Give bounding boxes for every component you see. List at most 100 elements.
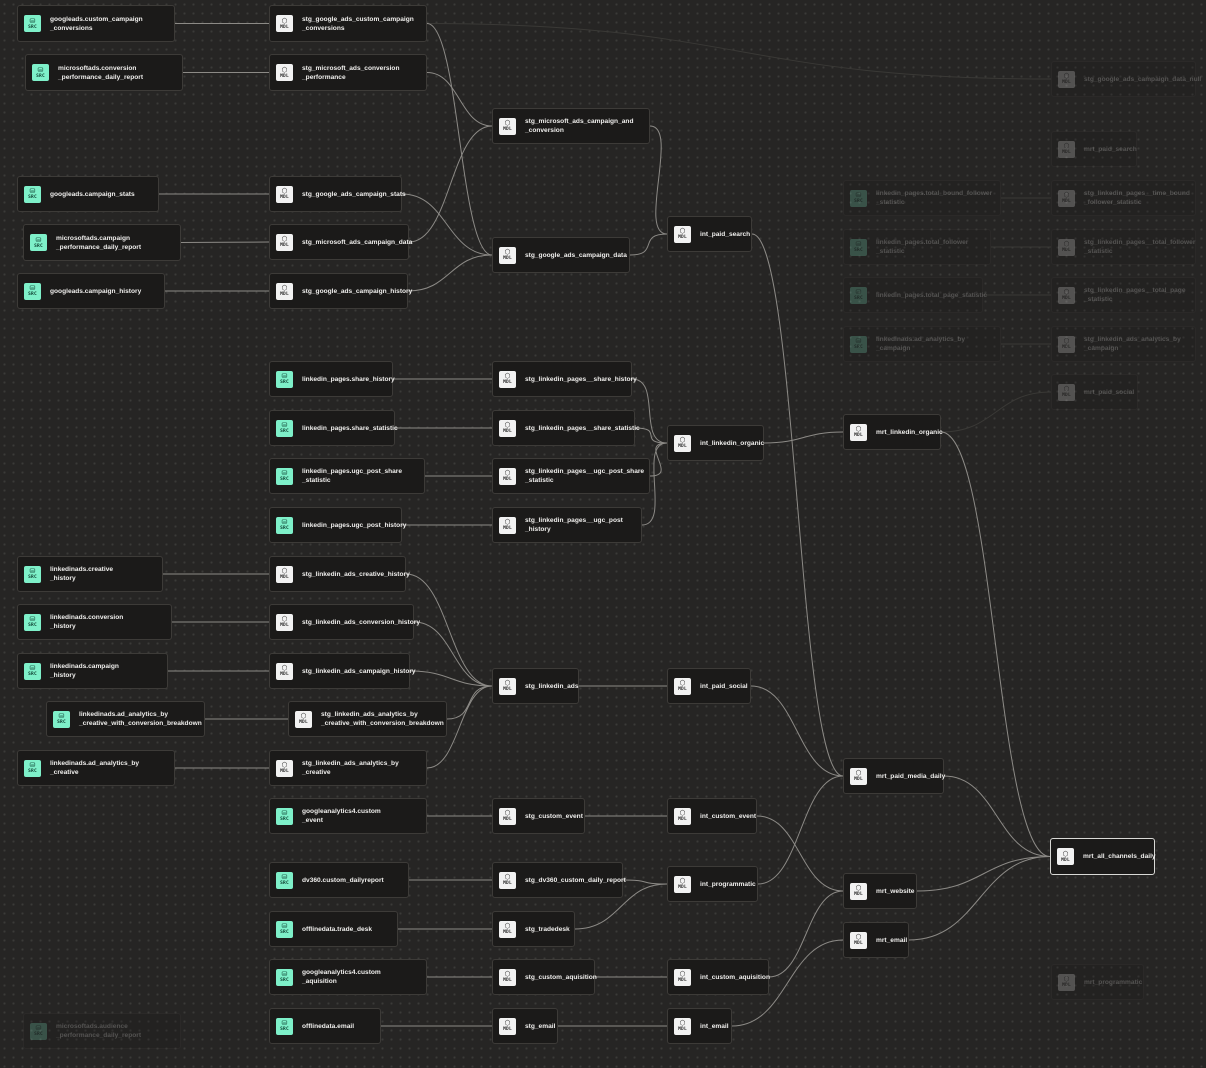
lineage-edge [940, 391, 1052, 433]
src-node-linkedin-pages-total-page-statistic[interactable]: ⛁ SRC linkedin_pages.total_page_statistic [843, 277, 987, 313]
model-cube-icon: ⬡ MDL [1058, 973, 1075, 991]
src-node-googleads-custom-campaign-conversions[interactable]: ⛁ SRC googleads.custom_campaign _conversi… [17, 5, 175, 42]
mdl-node-stg-linkedin-pages-total-page-statistic[interactable]: ⬡ MDL stg_linkedin_pages__total_page _sta… [1051, 277, 1196, 313]
mdl-node-stg-linkedin-pages-total-follower-statistic[interactable]: ⬡ MDL stg_linkedin_pages__total_follower … [1051, 229, 1196, 265]
mdl-node-stg-google-ads-campaign-data-null[interactable]: ⬡ MDL stg_google_ads_campaign_data_null [1051, 61, 1201, 97]
source-table-icon: ⛁ SRC [53, 710, 70, 728]
mdl-node-mrt-all-channels-daily[interactable]: ⬡ MDL mrt_all_channels_daily [1050, 838, 1156, 875]
src-node-googleanalytics4-custom-event[interactable]: ⛁ SRC googleanalytics4.custom _event [269, 798, 427, 834]
mdl-node-stg-linkedin-ads-analytics-by-creative[interactable]: ⬡ MDL stg_linkedin_ads_analytics_by _crea… [269, 750, 427, 786]
model-cube-icon: ⬡ MDL [674, 1017, 691, 1035]
mdl-node-mrt-paid-media-daily[interactable]: ⬡ MDL mrt_paid_media_daily [843, 758, 945, 794]
src-node-linkedinads-conversion-history[interactable]: ⛁ SRC linkedinads.conversion _history [17, 604, 172, 640]
lineage-edge [943, 775, 1051, 857]
src-node-linkedin-pages-share-history[interactable]: ⛁ SRC linkedin_pages.share_history [269, 361, 395, 397]
model-cube-icon: ⬡ MDL [276, 565, 293, 583]
mdl-node-mrt-paid-search[interactable]: ⬡ MDL mrt_paid_search [1051, 131, 1137, 167]
mdl-node-int-paid-social[interactable]: ⬡ MDL int_paid_social [667, 668, 751, 704]
mdl-node-stg-linkedin-pages-share-history[interactable]: ⬡ MDL stg_linkedin_pages__share_history [492, 361, 637, 397]
src-node-offlinedata-trade-desk[interactable]: ⛁ SRC offlinedata.trade_desk [269, 911, 398, 947]
mdl-node-stg-linkedin-pages-ugc-post-share-statistic[interactable]: ⬡ MDL stg_linkedin_pages__ugc_post_share … [492, 458, 650, 494]
lineage-edge [649, 125, 668, 235]
lineage-edge [908, 856, 1051, 941]
mdl-node-stg-linkedin-ads[interactable]: ⬡ MDL stg_linkedin_ads [492, 668, 579, 704]
src-node-linkedin-pages-ugc-post-share-statistic[interactable]: ⛁ SRC linkedin_pages.ugc_post_share _stat… [269, 458, 425, 494]
source-table-icon: ⛁ SRC [24, 282, 41, 300]
lineage-edge [446, 685, 493, 720]
node-label: stg_google_ads_campaign_stats [302, 190, 406, 198]
src-node-linkedin-pages-ugc-post-history[interactable]: ⛁ SRC linkedin_pages.ugc_post_history [269, 507, 406, 543]
mdl-node-stg-dv360-custom-daily-report[interactable]: ⬡ MDL stg_dv360_custom_daily_report [492, 862, 626, 898]
mdl-node-stg-custom-aquisition[interactable]: ⬡ MDL stg_custom_aquisition [492, 959, 597, 995]
mdl-node-stg-linkedin-ads-analytics-conversion-breakdown[interactable]: ⬡ MDL stg_linkedin_ads_analytics_by _crea… [288, 701, 447, 737]
src-node-offlinedata-email[interactable]: ⛁ SRC offlinedata.email [269, 1008, 381, 1044]
src-node-linkedinads-ad-analytics-conversion-breakdown[interactable]: ⛁ SRC linkedinads.ad_analytics_by _creati… [46, 701, 205, 737]
mdl-node-stg-email[interactable]: ⬡ MDL stg_email [492, 1008, 558, 1044]
model-cube-icon: ⬡ MDL [499, 516, 516, 534]
mdl-node-stg-microsoft-ads-campaign-and-conversion[interactable]: ⬡ MDL stg_microsoft_ads_campaign_and _con… [492, 108, 650, 144]
mdl-node-stg-microsoft-ads-conversion-performance[interactable]: ⬡ MDL stg_microsoft_ads_conversion _perfo… [269, 54, 427, 91]
model-cube-icon: ⬡ MDL [499, 807, 516, 825]
src-node-microsoftads-conversion-performance[interactable]: ⛁ SRC microsoftads.conversion _performanc… [25, 54, 183, 91]
source-table-icon: ⛁ SRC [276, 467, 293, 485]
src-node-linkedin-pages-total-follower-statistic[interactable]: ⛁ SRC linkedin_pages.total_follower _stat… [843, 229, 991, 265]
mdl-node-stg-google-ads-campaign-stats[interactable]: ⬡ MDL stg_google_ads_campaign_stats [269, 176, 406, 212]
source-table-icon: ⛁ SRC [850, 286, 867, 304]
src-node-linkedinads-campaign-history[interactable]: ⛁ SRC linkedinads.campaign _history [17, 653, 168, 689]
src-node-dv360-custom-dailyreport[interactable]: ⛁ SRC dv360.custom_dailyreport [269, 862, 409, 898]
mdl-node-stg-linkedin-ads-conversion-history[interactable]: ⬡ MDL stg_linkedin_ads_conversion_history [269, 604, 420, 640]
mdl-node-stg-linkedin-ads-analytics-by-campaign[interactable]: ⬡ MDL stg_linkedin_ads_analytics_by _camp… [1051, 326, 1196, 362]
mdl-node-int-email[interactable]: ⬡ MDL int_email [667, 1008, 732, 1044]
source-table-icon: ⛁ SRC [30, 1022, 47, 1040]
node-label: mrt_paid_social [1084, 388, 1135, 396]
mdl-node-stg-linkedin-pages-time-bound-follower-statistic[interactable]: ⬡ MDL stg_linkedin_pages__time_bound _fol… [1051, 180, 1196, 216]
mdl-node-mrt-website[interactable]: ⬡ MDL mrt_website [843, 873, 917, 909]
src-node-googleads-campaign-stats[interactable]: ⛁ SRC googleads.campaign_stats [17, 176, 159, 212]
node-label: linkedin_pages.total_follower _statistic [876, 239, 969, 255]
model-cube-icon: ⬡ MDL [276, 15, 293, 32]
src-node-linkedinads-ad-analytics-by-creative[interactable]: ⛁ SRC linkedinads.ad_analytics_by _creati… [17, 750, 175, 786]
mdl-node-stg-linkedin-ads-campaign-history[interactable]: ⬡ MDL stg_linkedin_ads_campaign_history [269, 653, 416, 689]
lineage-edge [622, 879, 668, 885]
src-node-googleanalytics4-custom-aquisition[interactable]: ⛁ SRC googleanalytics4.custom _aquisition [269, 959, 427, 995]
src-node-googleads-campaign-history[interactable]: ⛁ SRC googleads.campaign_history [17, 273, 165, 309]
lineage-edge [401, 193, 493, 256]
mdl-node-stg-google-ads-campaign-history[interactable]: ⬡ MDL stg_google_ads_campaign_history [269, 273, 412, 309]
mdl-node-stg-google-ads-custom-campaign-conversions[interactable]: ⬡ MDL stg_google_ads_custom_campaign _con… [269, 5, 427, 42]
source-table-icon: ⛁ SRC [24, 759, 41, 777]
mdl-node-int-paid-search[interactable]: ⬡ MDL int_paid_search [667, 216, 752, 252]
mdl-node-stg-tradedesk[interactable]: ⬡ MDL stg_tradedesk [492, 911, 575, 947]
lineage-graph-canvas[interactable]: ⛁ SRC googleads.custom_campaign _conversi… [0, 0, 1206, 1068]
node-label: offlinedata.email [302, 1022, 355, 1030]
src-node-linkedin-pages-total-bound-follower-statistic[interactable]: ⛁ SRC linkedin_pages.total_bound_follower… [843, 180, 1001, 216]
src-node-linkedinads-creative-history[interactable]: ⛁ SRC linkedinads.creative _history [17, 556, 163, 592]
model-cube-icon: ⬡ MDL [674, 225, 691, 243]
mdl-node-mrt-programmatic[interactable]: ⬡ MDL mrt_programmatic [1051, 964, 1144, 1000]
mdl-node-stg-linkedin-pages-share-statistic[interactable]: ⬡ MDL stg_linkedin_pages__share_statistic [492, 410, 640, 446]
mdl-node-int-programmatic[interactable]: ⬡ MDL int_programmatic [667, 866, 758, 902]
source-table-icon: ⛁ SRC [24, 662, 41, 680]
mdl-node-stg-google-ads-campaign-data[interactable]: ⬡ MDL stg_google_ads_campaign_data [492, 237, 630, 273]
src-node-linkedinads-ad-analytics-by-campaign[interactable]: ⛁ SRC linkedinads.ad_analytics_by _campai… [843, 326, 1001, 362]
src-node-microsoftads-audience-performance[interactable]: ⛁ SRC microsoftads.audience _performance_… [23, 1013, 181, 1049]
mdl-node-stg-linkedin-pages-ugc-post-history[interactable]: ⬡ MDL stg_linkedin_pages__ugc_post _histo… [492, 507, 642, 543]
mdl-node-stg-microsoft-ads-campaign-data[interactable]: ⬡ MDL stg_microsoft_ads_campaign_data [269, 224, 413, 260]
node-label: int_linkedin_organic [700, 439, 765, 447]
mdl-node-mrt-linkedin-organic[interactable]: ⬡ MDL mrt_linkedin_organic [843, 414, 943, 450]
source-table-icon: ⛁ SRC [276, 968, 293, 986]
node-label: stg_linkedin_pages__share_history [525, 375, 637, 383]
src-node-microsoftads-campaign-performance[interactable]: ⛁ SRC microsoftads.campaign _performance_… [23, 224, 181, 261]
mdl-node-mrt-paid-social[interactable]: ⬡ MDL mrt_paid_social [1051, 374, 1138, 410]
source-table-icon: ⛁ SRC [276, 419, 293, 437]
mdl-node-stg-linkedin-ads-creative-history[interactable]: ⬡ MDL stg_linkedin_ads_creative_history [269, 556, 410, 592]
src-node-linkedin-pages-share-statistic[interactable]: ⛁ SRC linkedin_pages.share_statistic [269, 410, 398, 446]
lineage-edge [426, 23, 1052, 80]
model-cube-icon: ⬡ MDL [276, 233, 293, 251]
node-label: stg_google_ads_campaign_data_null [1084, 75, 1202, 83]
mdl-node-mrt-email[interactable]: ⬡ MDL mrt_email [843, 922, 909, 958]
mdl-node-int-linkedin-organic[interactable]: ⬡ MDL int_linkedin_organic [667, 425, 764, 461]
mdl-node-int-custom-aquisition[interactable]: ⬡ MDL int_custom_aquisition [667, 959, 770, 995]
mdl-node-stg-custom-event[interactable]: ⬡ MDL stg_custom_event [492, 798, 585, 834]
mdl-node-int-custom-event[interactable]: ⬡ MDL int_custom_event [667, 798, 757, 834]
node-label: stg_microsoft_ads_campaign_data [302, 238, 413, 246]
